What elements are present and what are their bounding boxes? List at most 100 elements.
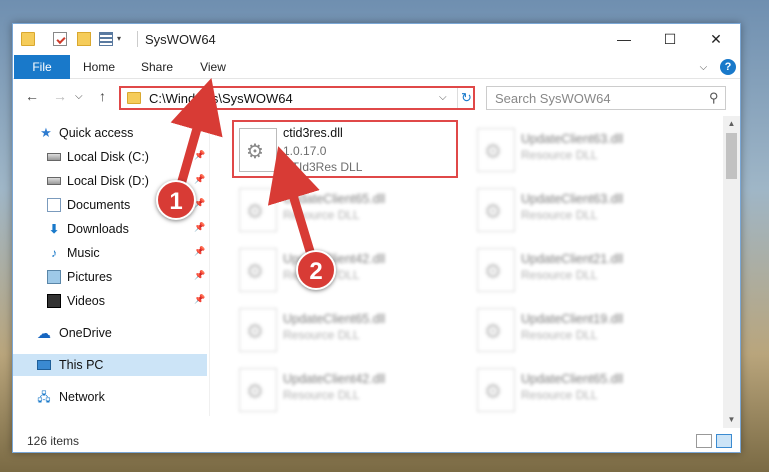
address-path[interactable]: C:\Windows\SysWOW64 <box>149 91 293 106</box>
sidebar-item-label: Music <box>67 246 100 260</box>
file-type: Resource DLL <box>283 208 360 222</box>
help-icon[interactable]: ? <box>720 59 736 75</box>
documents-icon <box>47 198 61 212</box>
network-icon: 🖧 <box>37 390 51 404</box>
file-tile[interactable]: UpdateClient19.dll Resource DLL <box>473 302 701 360</box>
view-options-icon[interactable] <box>99 32 113 46</box>
pane-divider[interactable] <box>209 116 210 416</box>
sidebar-item-label: Pictures <box>67 270 113 284</box>
file-name: UpdateClient42.dll <box>283 372 386 386</box>
star-icon: ★ <box>40 125 52 140</box>
music-icon: ♪ <box>51 246 57 260</box>
item-count: 126 items <box>27 434 80 448</box>
pin-icon[interactable]: 📌 <box>194 246 205 257</box>
tiles-view-icon[interactable] <box>716 434 732 448</box>
folder-icon <box>127 92 141 104</box>
vertical-scrollbar[interactable]: ▲ ▼ <box>723 116 740 428</box>
sidebar-item-this-pc[interactable]: This PC <box>13 354 207 376</box>
file-type: Resource DLL <box>521 208 598 222</box>
dll-file-icon <box>477 248 515 292</box>
sidebar-item-label: Quick access <box>59 126 134 140</box>
sidebar-item-quick-access[interactable]: ★ Quick access <box>13 122 207 144</box>
file-tile[interactable]: UpdateClient63.dll Resource DLL <box>473 122 701 180</box>
customize-toolbar-chevron-icon[interactable]: ▾ <box>117 34 121 43</box>
file-name: UpdateClient65.dll <box>283 312 386 326</box>
sidebar-item-label: Local Disk (D:) <box>67 174 149 188</box>
close-button[interactable]: ✕ <box>693 24 739 54</box>
dll-file-icon <box>477 128 515 172</box>
sidebar-item-music[interactable]: ♪ Music 📌 <box>13 242 207 264</box>
scroll-up-arrow-icon[interactable]: ▲ <box>723 116 740 132</box>
pin-icon[interactable]: 📌 <box>194 150 205 161</box>
search-icon[interactable]: ⚲ <box>709 90 719 106</box>
scroll-down-arrow-icon[interactable]: ▼ <box>723 412 740 428</box>
sidebar-item-label: OneDrive <box>59 326 112 340</box>
sidebar-item-label: Documents <box>67 198 131 212</box>
pin-icon[interactable]: 📌 <box>194 270 205 281</box>
back-button[interactable]: ← <box>25 88 39 104</box>
file-type: Resource DLL <box>521 328 598 342</box>
forward-button[interactable]: → <box>53 88 67 104</box>
details-view-icon[interactable] <box>696 434 712 448</box>
new-folder-icon[interactable] <box>77 32 91 46</box>
videos-icon <box>47 294 61 308</box>
downloads-icon: ⬇ <box>48 222 60 236</box>
file-type: Resource DLL <box>521 388 598 402</box>
tab-file[interactable]: File <box>14 55 70 79</box>
expand-ribbon-chevron-icon[interactable]: ⌵ <box>700 62 708 73</box>
file-tile[interactable]: UpdateClient65.dll Resource DLL <box>235 182 463 240</box>
file-tile[interactable]: UpdateClient21.dll Resource DLL <box>473 242 701 300</box>
recent-locations-chevron-icon[interactable]: ⌵ <box>75 91 83 102</box>
onedrive-icon: ☁ <box>37 325 51 341</box>
file-name: UpdateClient63.dll <box>521 132 624 146</box>
pin-icon[interactable]: 📌 <box>194 174 205 185</box>
sidebar-item-downloads[interactable]: ⬇ Downloads 📌 <box>13 218 207 240</box>
sidebar-item-label: Downloads <box>67 222 129 236</box>
sidebar-item-pictures[interactable]: Pictures 📌 <box>13 266 207 288</box>
up-button[interactable]: ↑ <box>99 88 106 104</box>
sidebar-item-label: Videos <box>67 294 105 308</box>
file-tile[interactable]: UpdateClient42.dll Resource DLL <box>235 242 463 300</box>
search-input[interactable]: Search SysWOW64 ⚲ <box>486 86 726 110</box>
step-1-badge: 1 <box>156 180 196 220</box>
title-bar: ▾ SysWOW64 — ☐ ✕ <box>13 24 740 54</box>
pin-icon[interactable]: 📌 <box>194 222 205 233</box>
navigation-bar: ← → ⌵ ↑ C:\Windows\SysWOW64 ⌵ ↻ Search S… <box>13 80 740 114</box>
sidebar-item-local-disk-c[interactable]: Local Disk (C:) 📌 <box>13 146 207 168</box>
file-tile[interactable]: UpdateClient63.dll Resource DLL <box>473 182 701 240</box>
tab-share[interactable]: Share <box>137 55 177 79</box>
scroll-thumb[interactable] <box>726 133 737 179</box>
status-bar: 126 items <box>13 430 740 452</box>
ribbon-tabs: File Home Share View ⌵ ? <box>13 55 740 79</box>
dll-file-icon <box>239 308 277 352</box>
dll-file-icon <box>239 368 277 412</box>
file-tile[interactable]: UpdateClient65.dll Resource DLL <box>473 362 701 420</box>
file-tile[interactable]: UpdateClient42.dll Resource DLL <box>235 362 463 420</box>
tab-view[interactable]: View <box>193 55 233 79</box>
pin-icon[interactable]: 📌 <box>194 294 205 305</box>
sidebar-item-label: This PC <box>59 358 104 372</box>
properties-icon[interactable] <box>53 32 67 46</box>
address-bar[interactable]: C:\Windows\SysWOW64 ⌵ ↻ <box>119 86 475 110</box>
window-title: SysWOW64 <box>145 32 216 47</box>
file-type: Resource DLL <box>283 388 360 402</box>
tab-home[interactable]: Home <box>79 55 119 79</box>
file-type: Resource DLL <box>521 148 598 162</box>
sidebar-item-onedrive[interactable]: ☁ OneDrive <box>13 322 207 344</box>
dll-file-icon <box>477 368 515 412</box>
file-tile[interactable]: UpdateClient65.dll Resource DLL <box>235 302 463 360</box>
file-name: UpdateClient65.dll <box>283 192 386 206</box>
minimize-button[interactable]: — <box>601 24 647 54</box>
address-dropdown-chevron-icon[interactable]: ⌵ <box>439 92 447 103</box>
refresh-button[interactable]: ↻ <box>457 88 475 108</box>
title-separator <box>137 31 138 47</box>
sidebar-item-network[interactable]: 🖧 Network <box>13 386 207 408</box>
file-highlight-box <box>232 120 458 178</box>
search-placeholder: Search SysWOW64 <box>495 91 611 106</box>
maximize-button[interactable]: ☐ <box>647 24 693 54</box>
folder-icon <box>21 32 35 46</box>
navigation-pane: ★ Quick access Local Disk (C:) 📌 Local D… <box>13 116 209 416</box>
sidebar-item-videos[interactable]: Videos 📌 <box>13 290 207 312</box>
sidebar-item-label: Local Disk (C:) <box>67 150 149 164</box>
step-2-badge: 2 <box>296 250 336 290</box>
